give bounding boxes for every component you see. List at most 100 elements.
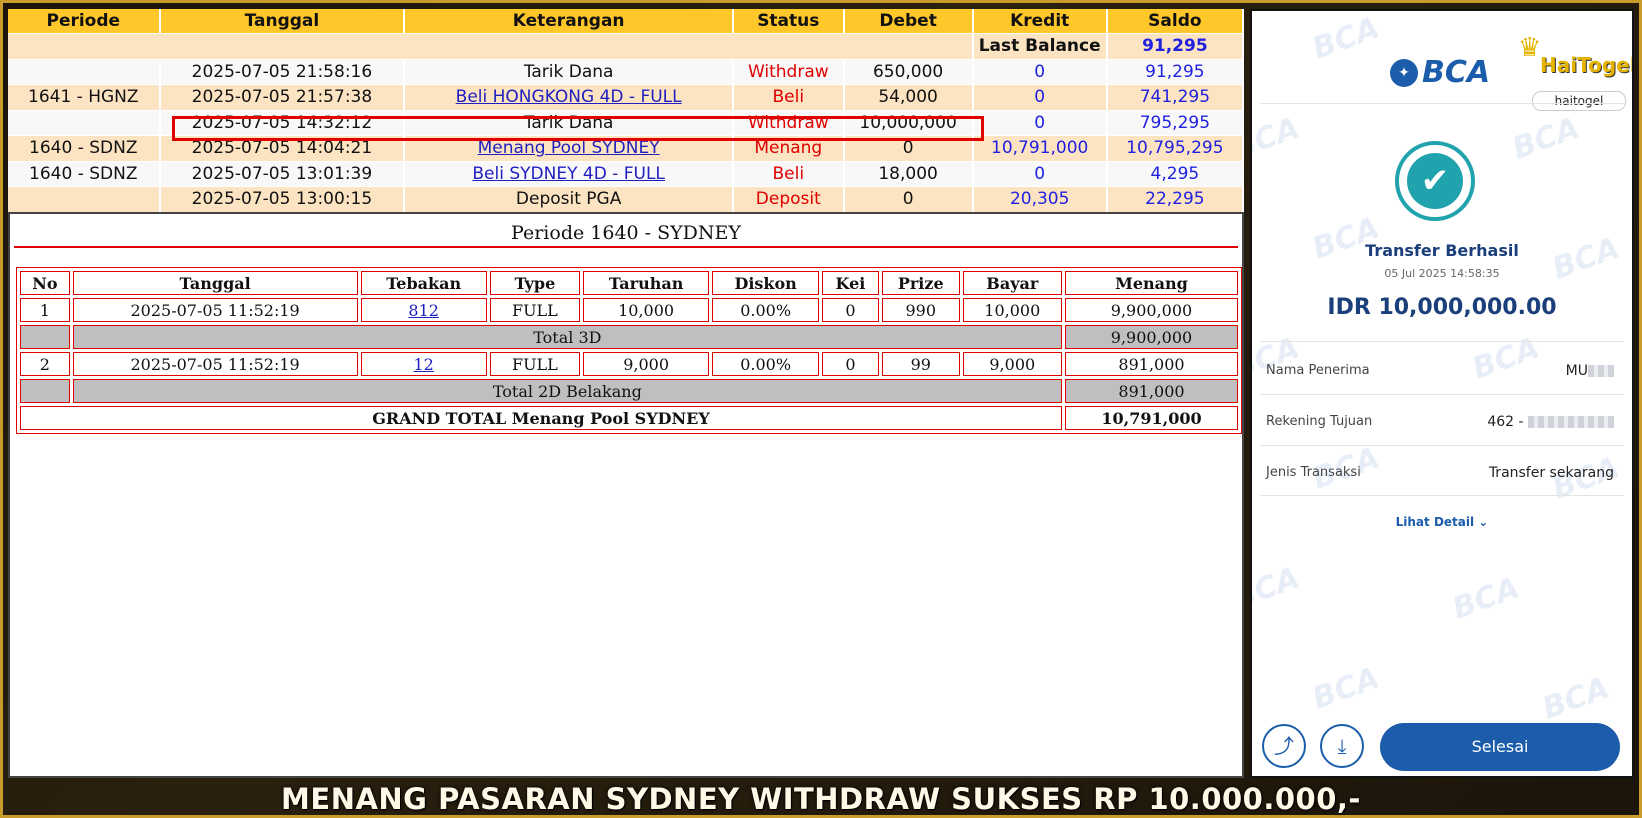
cell-kredit: 0 (972, 84, 1108, 110)
watermark: BCA (1308, 660, 1385, 717)
haitogel-wordmark: HaiTogel (1540, 53, 1634, 77)
table-row: 1640 - SDNZ 2025-07-05 13:01:39 Beli SYD… (8, 160, 1245, 187)
watermark: BCA (1448, 570, 1525, 627)
col-diskon: Diskon (712, 271, 819, 295)
watermark: BCA (1250, 330, 1305, 387)
col-kei: Kei (821, 271, 879, 295)
cell-saldo: 795,295 (1106, 109, 1245, 136)
col-tebakan: Tebakan (360, 271, 487, 295)
cell-keterangan-link[interactable]: Beli SYDNEY 4D - FULL (404, 160, 734, 187)
watermark: BCA (1250, 110, 1305, 167)
ledger-header-row: Periode Tanggal Keterangan Status Debet … (8, 9, 1245, 34)
cell-menang: 9,900,000 (1065, 298, 1238, 322)
col-bayar: Bayar (962, 271, 1062, 295)
cell-keterangan: Tarik Dana (404, 109, 734, 136)
share-icon: ⤴ (1274, 734, 1294, 758)
total-3d-value: 9,900,000 (1065, 325, 1238, 349)
cell-keterangan: Tarik Dana (404, 58, 734, 85)
masked-text (1588, 365, 1614, 377)
cell-periode (8, 109, 161, 136)
table-row: 1640 - SDNZ 2025-07-05 14:04:21 Menang P… (8, 135, 1245, 161)
cell-keterangan-link[interactable]: Menang Pool SYDNEY (404, 135, 734, 161)
field-label-type: Jenis Transaksi (1266, 465, 1361, 480)
cell-tanggal: 2025-07-05 14:04:21 (159, 135, 406, 161)
cell-keterangan: Deposit PGA (404, 186, 734, 212)
cell-saldo: 741,295 (1106, 84, 1245, 110)
haitogel-logo: ♛ HaiTogel haitogel (1514, 33, 1632, 113)
cell-tanggal: 2025-07-05 21:57:38 (159, 84, 406, 110)
col-keterangan: Keterangan (404, 9, 734, 34)
col-taruhan: Taruhan (582, 271, 710, 295)
cell-status: Withdraw (733, 58, 845, 85)
cell-kredit: 10,791,000 (972, 135, 1108, 161)
download-button[interactable]: ⤓ (1320, 724, 1364, 768)
last-balance-value: 91,295 (1106, 33, 1245, 59)
cell-tebakan[interactable]: 812 (360, 298, 487, 322)
col-debet: Debet (843, 9, 974, 34)
cell-diskon: 0.00% (712, 352, 819, 376)
cell-tanggal: 2025-07-05 13:01:39 (159, 160, 406, 187)
col-periode: Periode (8, 9, 161, 34)
cell-kei: 0 (821, 298, 879, 322)
cell-periode: 1641 - HGNZ (8, 84, 161, 110)
col-kredit: Kredit (972, 9, 1108, 34)
transaction-ledger: Periode Tanggal Keterangan Status Debet … (8, 9, 1245, 212)
cell-debet: 650,000 (843, 58, 974, 85)
tebakan-link[interactable]: 12 (413, 355, 433, 374)
tebakan-link[interactable]: 812 (408, 301, 439, 320)
title-divider (14, 246, 1238, 248)
cell-kredit: 20,305 (972, 186, 1108, 212)
cell-status: Menang (733, 135, 845, 161)
bca-mark-icon: ✦ (1390, 58, 1418, 87)
bca-transfer-receipt: BCA BCA BCA BCA BCA BCA BCA BCA BCA BCA … (1250, 9, 1634, 778)
field-value-type: Transfer sekarang (1488, 465, 1614, 481)
bca-wordmark: BCA (1422, 55, 1491, 90)
cell-kredit: 0 (972, 160, 1108, 187)
bet-link[interactable]: Beli SYDNEY 4D - FULL (472, 164, 665, 184)
cell-taruhan: 10,000 (582, 298, 710, 322)
divider (1260, 341, 1624, 342)
haitogel-pill: haitogel (1532, 91, 1626, 111)
cell-no: 1 (20, 298, 70, 322)
cell-debet: 0 (843, 135, 974, 161)
watermark: BCA (1468, 330, 1545, 387)
table-row: 1 2025-07-05 11:52:19 812 FULL 10,000 0.… (20, 298, 1238, 322)
transfer-amount: IDR 10,000,000.00 (1327, 295, 1557, 320)
cell-tanggal: 2025-07-05 11:52:19 (72, 298, 358, 322)
cell-debet: 0 (843, 186, 974, 212)
subtotal-row: Total 2D Belakang 891,000 (20, 379, 1238, 403)
cell-status: Deposit (733, 186, 845, 212)
watermark: BCA (1308, 10, 1385, 67)
last-balance-row: Last Balance 91,295 (8, 33, 1245, 59)
bet-detail-table: No Tanggal Tebakan Type Taruhan Diskon K… (16, 267, 1242, 434)
cell-menang: 891,000 (1065, 352, 1238, 376)
watermark: BCA (1250, 560, 1305, 617)
table-row: 2 2025-07-05 11:52:19 12 FULL 9,000 0.00… (20, 352, 1238, 376)
grand-total-value: 10,791,000 (1065, 406, 1238, 430)
win-link[interactable]: Menang Pool SYDNEY (478, 138, 660, 158)
share-button[interactable]: ⤴ (1262, 724, 1306, 768)
bet-link[interactable]: Beli HONGKONG 4D - FULL (456, 87, 682, 107)
cell-bayar: 9,000 (962, 352, 1062, 376)
table-row: 2025-07-05 21:58:16 Tarik Dana Withdraw … (8, 58, 1245, 85)
cell-keterangan-link[interactable]: Beli HONGKONG 4D - FULL (404, 84, 734, 110)
promo-banner: MENANG PASARAN SYDNEY WITHDRAW SUKSES RP… (281, 782, 1361, 816)
cell-prize: 990 (881, 298, 960, 322)
subtotal-row: Total 3D 9,900,000 (20, 325, 1238, 349)
grand-total-label: GRAND TOTAL Menang Pool SYDNEY (20, 406, 1062, 430)
cell-saldo: 91,295 (1106, 58, 1245, 85)
cell-bayar: 10,000 (962, 298, 1062, 322)
cell-periode: 1640 - SDNZ (8, 160, 161, 187)
done-button[interactable]: Selesai (1380, 723, 1620, 771)
cell-debet: 54,000 (843, 84, 974, 110)
cell-tanggal: 2025-07-05 21:58:16 (159, 58, 406, 85)
cell-type: FULL (489, 352, 580, 376)
detail-header-row: No Tanggal Tebakan Type Taruhan Diskon K… (20, 271, 1238, 295)
field-label-recipient: Nama Penerima (1266, 363, 1370, 378)
see-detail-link[interactable]: Lihat Detail ⌄ (1252, 515, 1632, 529)
table-row: 2025-07-05 13:00:15 Deposit PGA Deposit … (8, 186, 1245, 212)
cell-tebakan[interactable]: 12 (360, 352, 487, 376)
cell-no: 2 (20, 352, 70, 376)
grand-total-row: GRAND TOTAL Menang Pool SYDNEY 10,791,00… (20, 406, 1238, 430)
divider (1260, 495, 1624, 496)
